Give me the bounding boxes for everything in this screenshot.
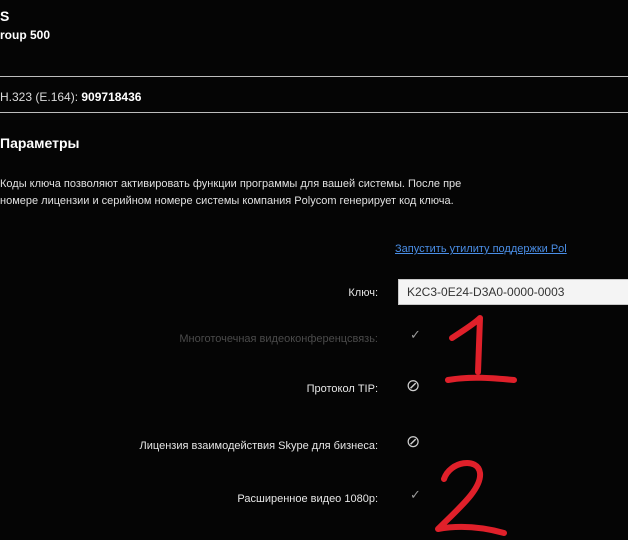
key-label: Ключ: bbox=[348, 287, 378, 299]
h323-value: 909718436 bbox=[81, 90, 142, 104]
feature-label-multipoint: Многоточечная видеоконференцсвязь: bbox=[179, 333, 378, 345]
device-title: S bbox=[0, 8, 10, 24]
divider bbox=[0, 76, 628, 77]
description-line: Коды ключа позволяют активировать функци… bbox=[0, 178, 462, 190]
feature-label-skype: Лицензия взаимодействия Skype для бизнес… bbox=[139, 440, 378, 452]
h323-label: H.323 (E.164): bbox=[0, 90, 82, 104]
checkmark-icon: ✓ bbox=[410, 487, 421, 502]
h323-number: H.323 (E.164): 909718436 bbox=[0, 90, 141, 104]
feature-label-1080p: Расширенное видео 1080p: bbox=[237, 493, 378, 505]
checkmark-icon: ✓ bbox=[410, 327, 421, 342]
divider bbox=[0, 112, 628, 113]
device-model: roup 500 bbox=[0, 28, 51, 42]
key-input[interactable] bbox=[398, 279, 628, 305]
not-available-icon: ⊘ bbox=[406, 376, 421, 395]
section-title: Параметры bbox=[0, 135, 80, 151]
section-description: Коды ключа позволяют активировать функци… bbox=[0, 176, 461, 210]
description-line: номере лицензии и серийном номере систем… bbox=[0, 195, 454, 207]
feature-label-tip: Протокол TIP: bbox=[306, 383, 378, 395]
support-utility-link[interactable]: Запустить утилиту поддержки Pol bbox=[395, 243, 567, 255]
not-available-icon: ⊘ bbox=[406, 432, 421, 451]
annotation-number-two bbox=[435, 460, 507, 536]
annotation-number-one bbox=[445, 315, 517, 383]
